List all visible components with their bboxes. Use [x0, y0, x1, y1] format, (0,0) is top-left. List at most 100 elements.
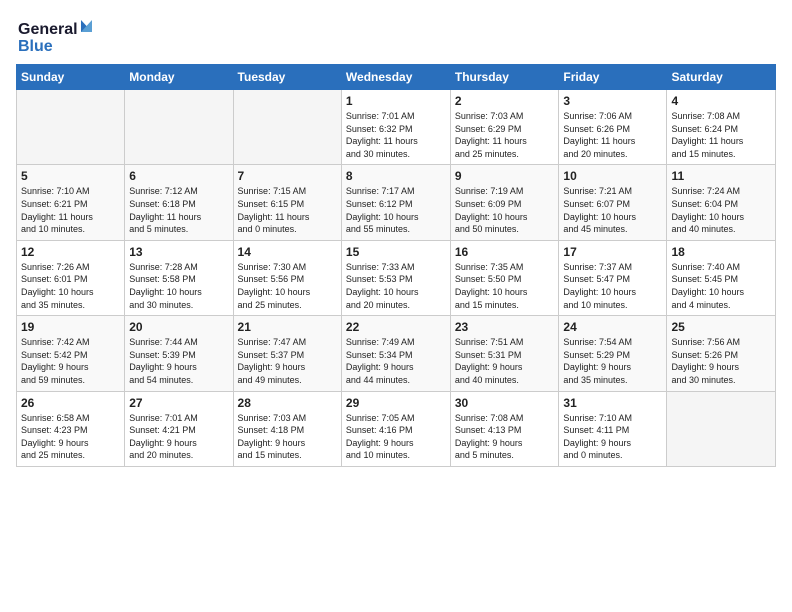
day-number: 25	[671, 320, 771, 334]
calendar-cell: 22 Sunrise: 7:49 AM Sunset: 5:34 PM Dayli…	[341, 316, 450, 391]
day-info: Sunrise: 7:08 AM Sunset: 4:13 PM Dayligh…	[455, 412, 555, 462]
day-number: 2	[455, 94, 555, 108]
calendar-cell: 26 Sunrise: 6:58 AM Sunset: 4:23 PM Dayli…	[17, 391, 125, 466]
calendar-cell: 16 Sunrise: 7:35 AM Sunset: 5:50 PM Dayli…	[450, 240, 559, 315]
calendar-cell: 14 Sunrise: 7:30 AM Sunset: 5:56 PM Dayli…	[233, 240, 341, 315]
logo: GeneralBlue	[16, 16, 96, 56]
day-info: Sunrise: 7:33 AM Sunset: 5:53 PM Dayligh…	[346, 261, 446, 311]
day-info: Sunrise: 7:44 AM Sunset: 5:39 PM Dayligh…	[129, 336, 228, 386]
day-info: Sunrise: 7:03 AM Sunset: 4:18 PM Dayligh…	[238, 412, 337, 462]
calendar-week-row: 12 Sunrise: 7:26 AM Sunset: 6:01 PM Dayli…	[17, 240, 776, 315]
day-info: Sunrise: 7:21 AM Sunset: 6:07 PM Dayligh…	[563, 185, 662, 235]
weekday-header: Wednesday	[341, 65, 450, 90]
day-info: Sunrise: 7:49 AM Sunset: 5:34 PM Dayligh…	[346, 336, 446, 386]
calendar-cell: 6Sunrise: 7:12 AM Sunset: 6:18 PM Daylig…	[125, 165, 233, 240]
day-info: Sunrise: 7:10 AM Sunset: 6:21 PM Dayligh…	[21, 185, 120, 235]
calendar-cell: 17 Sunrise: 7:37 AM Sunset: 5:47 PM Dayli…	[559, 240, 667, 315]
day-info: Sunrise: 7:19 AM Sunset: 6:09 PM Dayligh…	[455, 185, 555, 235]
weekday-header: Sunday	[17, 65, 125, 90]
calendar-cell	[233, 90, 341, 165]
day-number: 30	[455, 396, 555, 410]
day-number: 18	[671, 245, 771, 259]
day-number: 31	[563, 396, 662, 410]
day-number: 17	[563, 245, 662, 259]
calendar-cell: 30 Sunrise: 7:08 AM Sunset: 4:13 PM Dayli…	[450, 391, 559, 466]
day-info: Sunrise: 7:06 AM Sunset: 6:26 PM Dayligh…	[563, 110, 662, 160]
weekday-header: Tuesday	[233, 65, 341, 90]
day-info: Sunrise: 7:37 AM Sunset: 5:47 PM Dayligh…	[563, 261, 662, 311]
calendar-cell: 24 Sunrise: 7:54 AM Sunset: 5:29 PM Dayli…	[559, 316, 667, 391]
calendar-cell: 27Sunrise: 7:01 AM Sunset: 4:21 PM Dayli…	[125, 391, 233, 466]
day-info: Sunrise: 7:03 AM Sunset: 6:29 PM Dayligh…	[455, 110, 555, 160]
calendar-cell: 5 Sunrise: 7:10 AM Sunset: 6:21 PM Daylig…	[17, 165, 125, 240]
day-number: 13	[129, 245, 228, 259]
day-info: Sunrise: 7:12 AM Sunset: 6:18 PM Dayligh…	[129, 185, 228, 235]
day-info: Sunrise: 7:08 AM Sunset: 6:24 PM Dayligh…	[671, 110, 771, 160]
calendar-cell: 11 Sunrise: 7:24 AM Sunset: 6:04 PM Dayli…	[667, 165, 776, 240]
day-info: Sunrise: 7:47 AM Sunset: 5:37 PM Dayligh…	[238, 336, 337, 386]
day-number: 28	[238, 396, 337, 410]
calendar-cell: 29Sunrise: 7:05 AM Sunset: 4:16 PM Dayli…	[341, 391, 450, 466]
calendar-cell: 8 Sunrise: 7:17 AM Sunset: 6:12 PM Daylig…	[341, 165, 450, 240]
day-number: 21	[238, 320, 337, 334]
day-info: Sunrise: 7:56 AM Sunset: 5:26 PM Dayligh…	[671, 336, 771, 386]
day-number: 7	[238, 169, 337, 183]
day-info: Sunrise: 7:54 AM Sunset: 5:29 PM Dayligh…	[563, 336, 662, 386]
calendar-cell: 23 Sunrise: 7:51 AM Sunset: 5:31 PM Dayli…	[450, 316, 559, 391]
svg-text:General: General	[18, 21, 78, 38]
day-number: 5	[21, 169, 120, 183]
day-info: Sunrise: 7:28 AM Sunset: 5:58 PM Dayligh…	[129, 261, 228, 311]
calendar-cell: 18 Sunrise: 7:40 AM Sunset: 5:45 PM Dayli…	[667, 240, 776, 315]
day-info: Sunrise: 7:10 AM Sunset: 4:11 PM Dayligh…	[563, 412, 662, 462]
day-number: 12	[21, 245, 120, 259]
day-info: Sunrise: 7:30 AM Sunset: 5:56 PM Dayligh…	[238, 261, 337, 311]
day-info: Sunrise: 7:40 AM Sunset: 5:45 PM Dayligh…	[671, 261, 771, 311]
day-number: 9	[455, 169, 555, 183]
day-info: Sunrise: 7:17 AM Sunset: 6:12 PM Dayligh…	[346, 185, 446, 235]
day-info: Sunrise: 7:01 AM Sunset: 4:21 PM Dayligh…	[129, 412, 228, 462]
calendar-cell: 9 Sunrise: 7:19 AM Sunset: 6:09 PM Daylig…	[450, 165, 559, 240]
weekday-header: Saturday	[667, 65, 776, 90]
logo-icon: GeneralBlue	[16, 16, 96, 56]
day-number: 11	[671, 169, 771, 183]
day-number: 1	[346, 94, 446, 108]
day-info: Sunrise: 7:01 AM Sunset: 6:32 PM Dayligh…	[346, 110, 446, 160]
day-number: 3	[563, 94, 662, 108]
day-number: 8	[346, 169, 446, 183]
calendar-cell: 20 Sunrise: 7:44 AM Sunset: 5:39 PM Dayli…	[125, 316, 233, 391]
day-info: Sunrise: 7:24 AM Sunset: 6:04 PM Dayligh…	[671, 185, 771, 235]
svg-text:Blue: Blue	[18, 38, 53, 55]
calendar-header-row: SundayMondayTuesdayWednesdayThursdayFrid…	[17, 65, 776, 90]
calendar-cell: 25 Sunrise: 7:56 AM Sunset: 5:26 PM Dayli…	[667, 316, 776, 391]
day-number: 10	[563, 169, 662, 183]
day-info: Sunrise: 7:26 AM Sunset: 6:01 PM Dayligh…	[21, 261, 120, 311]
day-number: 16	[455, 245, 555, 259]
day-info: Sunrise: 7:15 AM Sunset: 6:15 PM Dayligh…	[238, 185, 337, 235]
calendar-cell: 10 Sunrise: 7:21 AM Sunset: 6:07 PM Dayli…	[559, 165, 667, 240]
day-number: 24	[563, 320, 662, 334]
day-number: 23	[455, 320, 555, 334]
day-number: 4	[671, 94, 771, 108]
day-info: Sunrise: 7:35 AM Sunset: 5:50 PM Dayligh…	[455, 261, 555, 311]
calendar-cell: 4 Sunrise: 7:08 AM Sunset: 6:24 PM Daylig…	[667, 90, 776, 165]
calendar-week-row: 5 Sunrise: 7:10 AM Sunset: 6:21 PM Daylig…	[17, 165, 776, 240]
day-number: 19	[21, 320, 120, 334]
calendar-cell: 28 Sunrise: 7:03 AM Sunset: 4:18 PM Dayli…	[233, 391, 341, 466]
day-number: 14	[238, 245, 337, 259]
calendar-cell: 12 Sunrise: 7:26 AM Sunset: 6:01 PM Dayli…	[17, 240, 125, 315]
day-number: 29	[346, 396, 446, 410]
day-number: 20	[129, 320, 228, 334]
calendar-week-row: 1 Sunrise: 7:01 AM Sunset: 6:32 PM Daylig…	[17, 90, 776, 165]
day-number: 22	[346, 320, 446, 334]
calendar-cell: 15 Sunrise: 7:33 AM Sunset: 5:53 PM Dayli…	[341, 240, 450, 315]
day-number: 26	[21, 396, 120, 410]
day-number: 15	[346, 245, 446, 259]
calendar-week-row: 19 Sunrise: 7:42 AM Sunset: 5:42 PM Dayli…	[17, 316, 776, 391]
day-info: Sunrise: 7:51 AM Sunset: 5:31 PM Dayligh…	[455, 336, 555, 386]
page-header: GeneralBlue	[16, 16, 776, 56]
weekday-header: Monday	[125, 65, 233, 90]
day-info: Sunrise: 7:42 AM Sunset: 5:42 PM Dayligh…	[21, 336, 120, 386]
calendar-cell	[667, 391, 776, 466]
day-info: Sunrise: 6:58 AM Sunset: 4:23 PM Dayligh…	[21, 412, 120, 462]
calendar-cell: 31 Sunrise: 7:10 AM Sunset: 4:11 PM Dayli…	[559, 391, 667, 466]
